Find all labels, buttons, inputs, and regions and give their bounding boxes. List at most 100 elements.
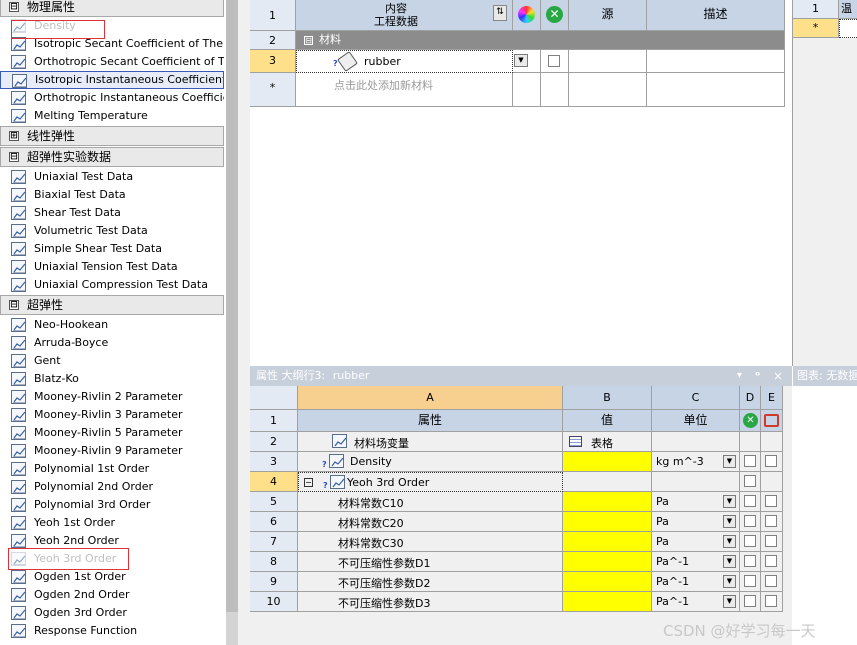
toolbox-scrollbar-thumb[interactable] [226,0,238,612]
section-toggle-icon[interactable]: ⊟ [9,152,19,162]
toolbox-item[interactable]: Mooney-Rivlin 9 Parameter [0,442,224,460]
property-value-cell[interactable]: 表格 [563,432,652,452]
parameter-checkbox[interactable] [765,575,777,587]
unit-dropdown[interactable]: ▼ [723,455,736,468]
add-new-material-cell[interactable]: 点击此处添加新材料 [296,73,513,107]
property-value-cell[interactable] [563,592,652,612]
property-unit-cell[interactable]: Pa^-1 ▼ [652,572,740,592]
suppress-cell[interactable] [740,452,761,472]
toolbox-item[interactable]: Uniaxial Tension Test Data [0,258,224,276]
toolbox-section-1[interactable]: ⊞ 线性弹性 [0,126,224,146]
toolbox-item[interactable]: Uniaxial Test Data [0,168,224,186]
new-value-cell[interactable] [839,19,857,38]
description-cell[interactable] [647,50,785,73]
color-dropdown[interactable]: ▼ [514,54,528,67]
property-name-cell[interactable]: −? Yeoh 3rd Order [298,472,563,492]
suppress-checkbox[interactable] [744,515,756,527]
parameter-checkbox[interactable] [765,515,777,527]
section-toggle-icon[interactable]: ⊟ [9,300,19,310]
toolbox-item[interactable]: Biaxial Test Data [0,186,224,204]
toolbox-item[interactable]: Ogden 2nd Order [0,586,224,604]
toolbox-item[interactable]: Shear Test Data [0,204,224,222]
toolbox-item[interactable]: Polynomial 3rd Order [0,496,224,514]
unit-dropdown[interactable]: ▼ [723,495,736,508]
suppress-checkbox[interactable] [744,555,756,567]
section-toggle-icon[interactable]: ⊞ [9,131,19,141]
suppress-checkbox[interactable] [744,495,756,507]
header-content[interactable]: 内容 工程数据 ⇅ [296,0,513,31]
suppress-cell[interactable] [740,512,761,532]
toolbox-item[interactable]: Ogden 1st Order [0,568,224,586]
toolbox-item[interactable]: Melting Temperature [0,107,224,125]
toolbox-item[interactable]: Yeoh 1st Order [0,514,224,532]
property-unit-cell[interactable]: Pa ▼ [652,492,740,512]
toolbox-item[interactable]: Orthotropic Instantaneous Coefficien [0,89,224,107]
suppress-checkbox[interactable] [548,55,560,67]
toolbox-item[interactable]: Ogden 3rd Order [0,604,224,622]
parameter-checkbox[interactable] [765,535,777,547]
property-value-cell[interactable] [563,512,652,532]
pin-icon[interactable]: ᵒ [755,366,760,386]
property-unit-cell[interactable]: Pa^-1 ▼ [652,592,740,612]
property-value-cell[interactable] [563,452,652,472]
color-cell[interactable]: ▼ [513,50,541,73]
close-button[interactable]: × [773,366,783,386]
property-value-cell[interactable] [563,532,652,552]
parameter-cell[interactable] [761,572,783,592]
dropdown-arrow-button[interactable]: ▾ [737,366,742,386]
property-unit-cell[interactable]: Pa ▼ [652,512,740,532]
unit-dropdown[interactable]: ▼ [723,575,736,588]
property-unit-cell[interactable]: Pa^-1 ▼ [652,552,740,572]
suppress-checkbox[interactable] [744,595,756,607]
property-value-cell[interactable] [563,492,652,512]
suppress-checkbox[interactable] [744,475,756,487]
toolbox-item[interactable]: Arruda-Boyce [0,334,224,352]
property-value-cell[interactable] [563,472,652,492]
group-row-materials[interactable]: ⊟ 材料 [296,31,785,50]
property-name-cell[interactable]: 不可压缩性参数D3 [298,592,563,612]
property-name-cell[interactable]: 材料场变量 [298,432,563,452]
parameter-cell[interactable] [761,552,783,572]
toolbox-item[interactable]: Gent [0,352,224,370]
property-name-cell[interactable]: ? Density [298,452,563,472]
suppress-checkbox[interactable] [744,575,756,587]
property-name-cell[interactable]: 材料常数C10 [298,492,563,512]
toolbox-item[interactable]: Simple Shear Test Data [0,240,224,258]
toolbox-item[interactable]: Neo-Hookean [0,316,224,334]
property-name-cell[interactable]: 材料常数C30 [298,532,563,552]
toolbox-item[interactable]: Polynomial 2nd Order [0,478,224,496]
parameter-cell[interactable] [761,492,783,512]
toolbox-item[interactable]: Isotropic Instantaneous Coefficient of [0,71,224,89]
toolbox-section-0[interactable]: ⊟ 物理属性 [0,0,224,17]
suppress-cell[interactable] [740,592,761,612]
suppress-checkbox[interactable] [744,535,756,547]
unit-dropdown[interactable]: ▼ [723,595,736,608]
parameter-checkbox[interactable] [765,455,777,467]
suppress-cell[interactable] [740,572,761,592]
unit-dropdown[interactable]: ▼ [723,515,736,528]
toolbox-section-2[interactable]: ⊟ 超弹性实验数据 [0,147,224,167]
section-toggle-icon[interactable]: ⊟ [9,2,19,12]
unit-dropdown[interactable]: ▼ [723,555,736,568]
suppress-cell[interactable] [541,50,569,73]
property-value-cell[interactable] [563,552,652,572]
suppress-cell[interactable] [740,472,761,492]
property-name-cell[interactable]: 材料常数C20 [298,512,563,532]
toolbox-item[interactable]: Mooney-Rivlin 3 Parameter [0,406,224,424]
property-name-cell[interactable]: 不可压缩性参数D1 [298,552,563,572]
parameter-checkbox[interactable] [765,495,777,507]
source-cell[interactable] [569,50,647,73]
suppress-cell[interactable] [740,532,761,552]
property-unit-cell[interactable]: kg m^-3 ▼ [652,452,740,472]
parameter-cell[interactable] [761,452,783,472]
toolbox-item[interactable]: Mooney-Rivlin 2 Parameter [0,388,224,406]
suppress-checkbox[interactable] [744,455,756,467]
parameter-cell[interactable] [761,592,783,612]
sort-icon[interactable]: ⇅ [493,5,507,21]
parameter-cell[interactable] [761,512,783,532]
toolbox-item[interactable]: Uniaxial Compression Test Data [0,276,224,294]
toolbox-item[interactable]: Polynomial 1st Order [0,460,224,478]
suppress-cell[interactable] [740,492,761,512]
property-unit-cell[interactable]: Pa ▼ [652,532,740,552]
parameter-checkbox[interactable] [765,595,777,607]
